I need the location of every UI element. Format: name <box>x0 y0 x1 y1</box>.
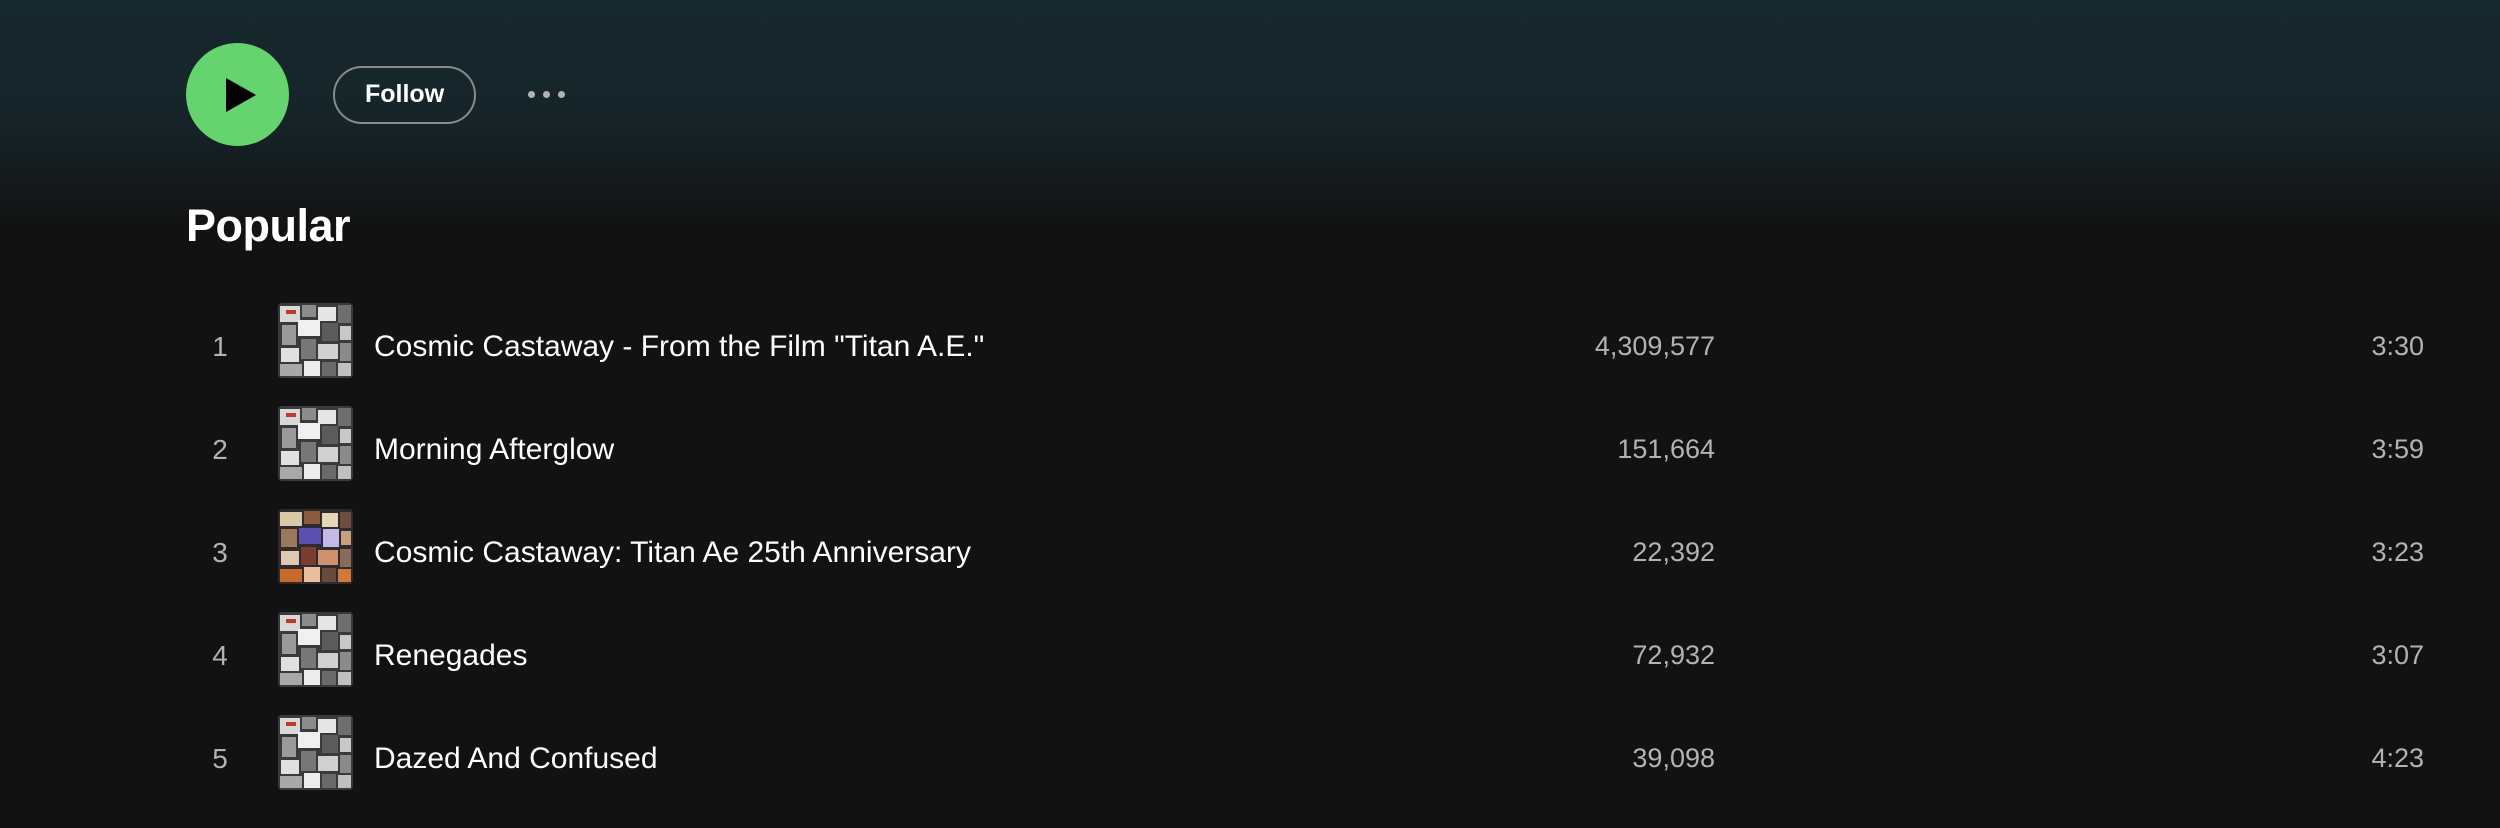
album-cover-image <box>278 715 353 790</box>
album-cover-image <box>278 406 353 481</box>
play-icon <box>225 77 256 112</box>
more-options-button[interactable] <box>528 75 566 115</box>
track-row[interactable]: 2 Morning Afterglow 151,664 3:59 <box>186 398 2446 501</box>
track-duration: 3:59 <box>2371 434 2424 464</box>
track-row[interactable]: 3 Cosmic Castaway: Titan Ae 25th Anniver… <box>186 501 2446 604</box>
track-title: Dazed And Confused <box>374 742 658 775</box>
track-play-count: 4,309,577 <box>1594 331 1715 361</box>
track-number: 1 <box>212 331 228 362</box>
track-play-count: 39,098 <box>1632 743 1715 773</box>
track-title: Morning Afterglow <box>374 433 615 466</box>
track-duration: 4:23 <box>2371 743 2424 773</box>
more-options-icon <box>528 91 536 98</box>
popular-track-list: 1 Cosmic Castaway - From the Film "Titan… <box>186 295 2446 810</box>
track-duration: 3:30 <box>2371 331 2424 361</box>
track-number: 3 <box>212 537 228 568</box>
section-title-popular: Popular <box>186 200 351 251</box>
track-row[interactable]: 5 Dazed And Confused 39,098 4:23 <box>186 707 2446 810</box>
track-duration: 3:07 <box>2371 640 2424 670</box>
album-cover-image <box>278 612 353 687</box>
track-title: Cosmic Castaway - From the Film "Titan A… <box>374 330 985 363</box>
album-cover-image <box>278 509 353 584</box>
track-title: Renegades <box>374 639 528 672</box>
action-bar: Follow <box>186 43 566 146</box>
track-number: 5 <box>212 743 228 774</box>
track-title: Cosmic Castaway: Titan Ae 25th Anniversa… <box>374 536 971 569</box>
track-play-count: 22,392 <box>1632 537 1715 567</box>
more-options-icon-dot <box>558 91 566 98</box>
more-options-icon-dot <box>543 91 551 98</box>
track-number: 4 <box>212 640 228 671</box>
follow-button[interactable]: Follow <box>333 65 477 124</box>
track-play-count: 151,664 <box>1617 434 1715 464</box>
track-duration: 3:23 <box>2371 537 2424 567</box>
album-cover-image <box>278 303 353 378</box>
track-row[interactable]: 4 Renegades 72,932 3:07 <box>186 604 2446 707</box>
track-play-count: 72,932 <box>1632 640 1715 670</box>
play-button[interactable] <box>186 43 289 146</box>
track-number: 2 <box>212 434 228 465</box>
track-row[interactable]: 1 Cosmic Castaway - From the Film "Titan… <box>186 295 2446 398</box>
